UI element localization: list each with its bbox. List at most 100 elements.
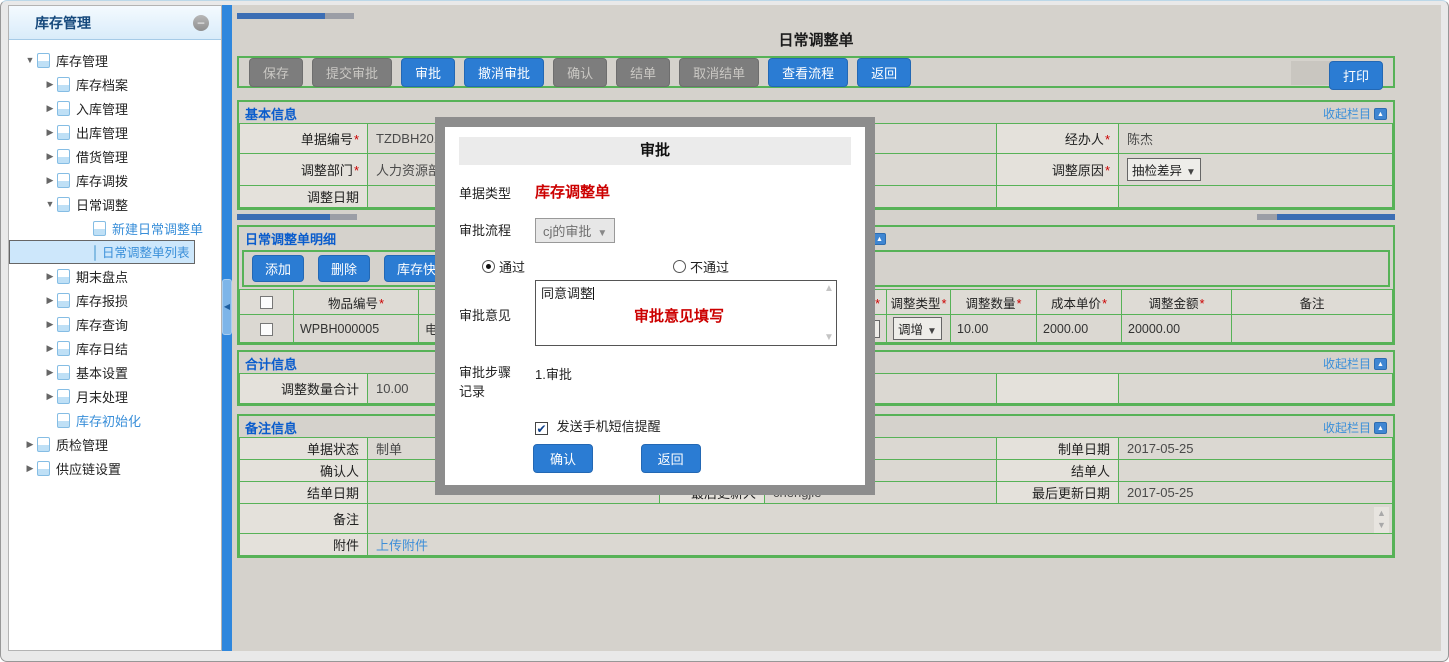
upload-attachment-link[interactable]: 上传附件 — [376, 538, 428, 553]
toolbar-button[interactable]: 提交审批 — [312, 58, 392, 87]
back-button[interactable]: 返回 — [641, 444, 701, 473]
toolbar-button[interactable]: 确认 — [553, 58, 607, 87]
toolbar-button[interactable]: 结单 — [616, 58, 670, 87]
sidebar-item-label: 日常调整单列表 — [102, 246, 190, 260]
toolbar-button[interactable]: 取消结单 — [679, 58, 759, 87]
fail-radio[interactable] — [673, 260, 686, 273]
chevron-right-icon[interactable]: ▶ — [43, 103, 57, 114]
detail-toolbar-button[interactable]: 删除 — [318, 255, 370, 282]
top-scrollbar-thumb[interactable] — [325, 13, 354, 19]
sidebar-item[interactable]: ▶库存调拨 — [9, 168, 221, 192]
pass-radio-label: 通过 — [499, 257, 525, 276]
pass-radio[interactable] — [482, 260, 495, 273]
opinion-textarea[interactable]: 同意调整 审批意见填写 ▲▼ — [535, 280, 837, 346]
opinion-text: 同意调整 — [541, 286, 593, 301]
chevron-right-icon[interactable]: ▶ — [43, 151, 57, 162]
sidebar-item[interactable]: ▶月末处理 — [9, 384, 221, 408]
sidebar-item[interactable]: 日常调整单列表 — [9, 240, 195, 264]
sidebar-item[interactable]: ▶ 库存日结 — [9, 336, 221, 360]
toolbar-button[interactable]: 返回 — [857, 58, 911, 87]
chevron-right-icon[interactable]: ▶ — [43, 319, 57, 330]
sidebar-item[interactable]: ▶质检管理 — [9, 432, 221, 456]
spinner-down-icon[interactable]: ▼ — [1377, 520, 1386, 530]
collapse-panel-label: 收起栏目 — [1323, 355, 1371, 372]
sidebar-item[interactable]: ▶ 库存报损 — [9, 288, 221, 312]
sidebar-item[interactable]: ▶供应链设置 — [9, 456, 221, 480]
toolbar-button[interactable]: 保存 — [249, 58, 303, 87]
top-scrollbar — [237, 13, 1395, 19]
doc-type-label: 单据类型 — [459, 181, 535, 202]
chevron-right-icon[interactable]: ▶ — [43, 295, 57, 306]
collapse-panel-icon[interactable]: ▲ — [1374, 358, 1387, 370]
sidebar-item[interactable]: ▶库存档案 — [9, 72, 221, 96]
textarea-scrollbar[interactable]: ▲▼ — [822, 281, 836, 345]
sidebar-item[interactable]: ▶入库管理 — [9, 96, 221, 120]
note-spinner[interactable]: ▲▼ — [1374, 507, 1389, 533]
sidebar-item-label: 库存日结 — [76, 339, 128, 358]
sidebar-item[interactable]: ▼库存管理 — [9, 48, 221, 72]
sidebar-item-label: 库存报损 — [76, 291, 128, 310]
document-icon — [37, 53, 50, 68]
toolbar-button[interactable]: 撤消审批 — [464, 58, 544, 87]
collapse-panel-icon[interactable]: ▲ — [1374, 422, 1387, 434]
sidebar-item-label: 新建日常调整单 — [112, 219, 203, 238]
sidebar-item[interactable]: ▶库存查询 — [9, 312, 221, 336]
collapse-panel-icon[interactable]: ▲ — [1374, 108, 1387, 120]
sidebar-item[interactable]: ▶借货管理 — [9, 144, 221, 168]
sidebar-item[interactable]: ▶出库管理 — [9, 120, 221, 144]
attachment-cell: 上传附件 — [368, 534, 1393, 556]
chevron-right-icon[interactable]: ▶ — [43, 391, 57, 402]
note-value-cell[interactable]: ▲▼ — [368, 504, 1393, 534]
sidebar: 库存管理 – ▼库存管理▶库存档案▶入库管理▶出库管理▶借货管理▶库存调拨▼日常… — [8, 5, 222, 651]
collapse-panel-control[interactable]: 收起栏目 ▲ — [1323, 355, 1387, 372]
chevron-right-icon[interactable]: ▶ — [23, 463, 37, 474]
spinner-up-icon[interactable]: ▲ — [1377, 508, 1386, 518]
dropdown-arrow-icon: ▼ — [597, 228, 607, 239]
chevron-right-icon[interactable]: ▶ — [43, 79, 57, 90]
confirm-button[interactable]: 确认 — [533, 444, 593, 473]
mid-scrollbar-thumb-right[interactable] — [1257, 214, 1277, 220]
row-note-cell — [1232, 315, 1393, 343]
field-value — [1119, 186, 1393, 208]
chevron-down-icon[interactable]: ▼ — [43, 199, 57, 209]
collapse-panel-control[interactable]: 收起栏目 ▲ — [1323, 105, 1387, 122]
chevron-right-icon[interactable]: ▶ — [43, 343, 57, 354]
chevron-right-icon[interactable]: ▶ — [23, 439, 37, 450]
mid-scrollbar-thumb-left[interactable] — [330, 214, 357, 220]
detail-toolbar-button[interactable]: 添加 — [252, 255, 304, 282]
sidebar-item[interactable]: 新建日常调整单 — [9, 216, 221, 240]
adjust-reason-select[interactable]: 抽检差异▼ — [1127, 158, 1201, 181]
item-code-cell: WPBH000005 — [294, 315, 419, 343]
adjust-type-select[interactable]: 调增▼ — [893, 317, 942, 340]
detail-column-header: 调整数量* — [951, 290, 1037, 315]
adjust-type-cell: 调增▼ — [887, 315, 951, 343]
sidebar-item[interactable]: 库存初始化 — [9, 408, 221, 432]
scroll-down-icon[interactable]: ▼ — [824, 332, 834, 343]
sidebar-collapse-handle[interactable]: ◀ — [222, 279, 232, 335]
chevron-right-icon[interactable]: ▶ — [43, 127, 57, 138]
mid-scrollbar-bar-left — [237, 214, 330, 220]
dialog-title: 审批 — [459, 137, 851, 165]
print-button[interactable]: 打印 — [1329, 61, 1383, 90]
chevron-right-icon[interactable]: ▶ — [43, 175, 57, 186]
toolbar-button[interactable]: 审批 — [401, 58, 455, 87]
chevron-down-icon[interactable]: ▼ — [23, 55, 37, 65]
chevron-right-icon[interactable]: ▶ — [43, 271, 57, 282]
row-checkbox[interactable] — [260, 323, 273, 336]
steps-label: 审批步骤记录 — [459, 360, 535, 400]
toolbar-button[interactable]: 查看流程 — [768, 58, 848, 87]
detail-column-header — [240, 290, 294, 315]
chevron-right-icon[interactable]: ▶ — [43, 367, 57, 378]
minus-circle-icon[interactable]: – — [193, 15, 209, 31]
sidebar-item[interactable]: ▶期末盘点 — [9, 264, 221, 288]
total-qty-label: 调整数量合计 — [240, 374, 368, 404]
collapse-panel-control[interactable]: 收起栏目 ▲ — [1323, 419, 1387, 436]
section-title: 日常调整单明细 — [245, 232, 336, 247]
sidebar-item-label: 库存初始化 — [76, 411, 141, 430]
approval-flow-select[interactable]: cj的审批▼ — [535, 218, 615, 243]
select-all-checkbox[interactable] — [260, 296, 273, 309]
sms-checkbox[interactable]: ✔ — [535, 422, 548, 435]
scroll-up-icon[interactable]: ▲ — [824, 283, 834, 294]
sidebar-item[interactable]: ▶基本设置 — [9, 360, 221, 384]
sidebar-item[interactable]: ▼日常调整 — [9, 192, 221, 216]
